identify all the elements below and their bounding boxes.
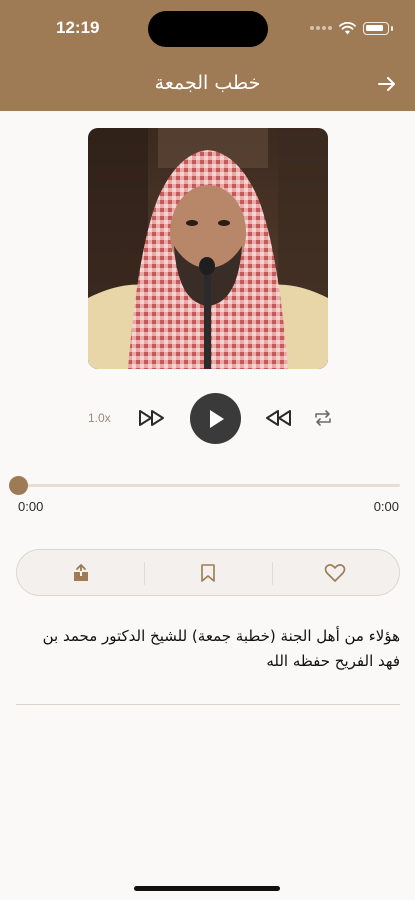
share-icon (73, 563, 88, 581)
bookmark-icon (201, 563, 215, 582)
divider (16, 704, 400, 705)
play-icon (209, 409, 224, 428)
fast-forward-icon (139, 410, 164, 426)
progress-thumb[interactable] (9, 476, 28, 495)
wifi-icon (339, 21, 356, 34)
speaker-portrait (88, 128, 328, 369)
favorite-button[interactable] (271, 550, 399, 595)
fast-forward-button[interactable] (137, 406, 169, 430)
speaker-artwork (88, 128, 328, 369)
repeat-icon (315, 410, 331, 426)
current-time: 0:00 (18, 499, 44, 514)
speed-button[interactable]: 1.0x (88, 411, 111, 425)
bookmark-button[interactable] (144, 550, 271, 595)
share-button[interactable] (17, 550, 144, 595)
page-title: خطب الجمعة (154, 72, 261, 94)
repeat-button[interactable] (311, 406, 335, 430)
rewind-icon (266, 410, 291, 426)
signal-icon (310, 26, 332, 30)
dynamic-island (148, 11, 268, 47)
arrow-right-icon (378, 77, 395, 91)
episode-description: هؤلاء من أهل الجنة (خطبة جمعة) للشيخ الد… (42, 627, 400, 670)
back-button[interactable] (375, 72, 399, 96)
action-bar (16, 549, 400, 596)
battery-icon (363, 21, 389, 35)
heart-icon (325, 563, 346, 582)
status-icons (310, 18, 393, 38)
home-indicator (134, 886, 280, 891)
battery-tip (391, 25, 393, 31)
total-time: 0:00 (373, 499, 399, 514)
playback-controls: 1.0x (0, 393, 415, 444)
header: 12:19 خطب الجمعة (0, 0, 415, 111)
rewind-button[interactable] (261, 406, 293, 430)
progress-track[interactable] (18, 484, 400, 487)
play-button[interactable] (190, 393, 241, 444)
status-time: 12:19 (56, 18, 100, 37)
